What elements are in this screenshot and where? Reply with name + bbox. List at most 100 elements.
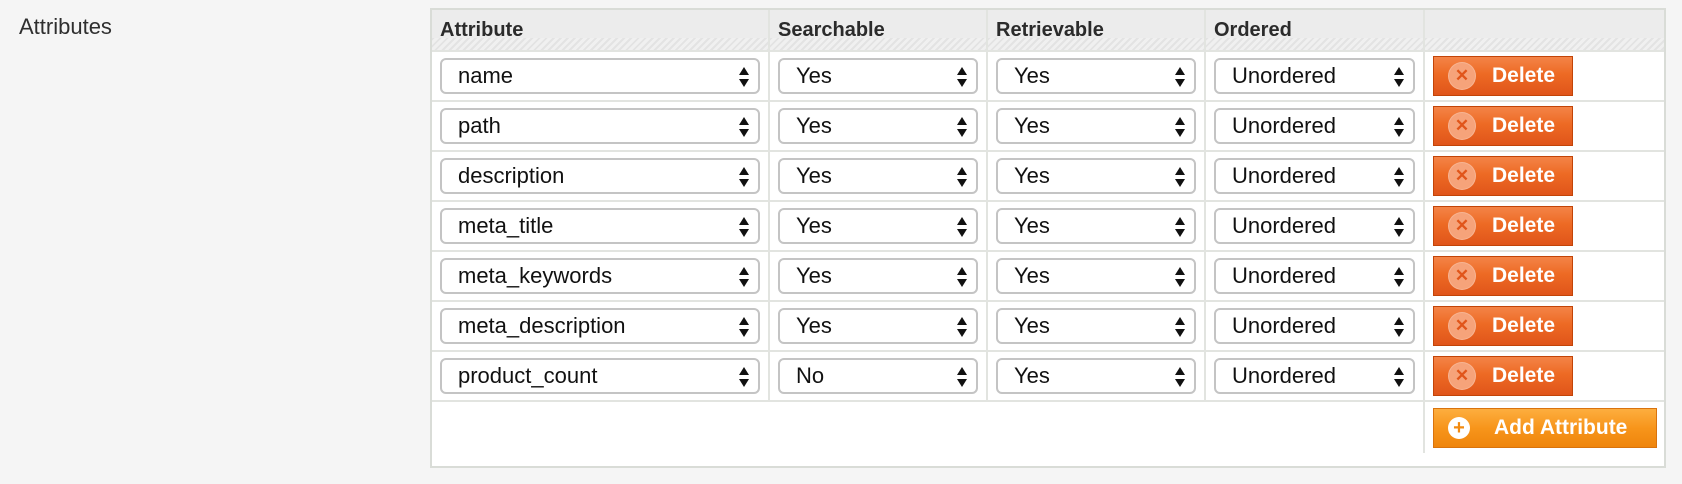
column-header-retrievable: Retrievable	[987, 10, 1206, 51]
delete-button[interactable]: ✕ Delete	[1433, 356, 1573, 396]
retrievable-select[interactable]: Yes	[996, 308, 1196, 344]
searchable-select-value: No	[796, 363, 825, 388]
searchable-cell: Yes	[769, 300, 988, 351]
select-arrows-icon	[1394, 217, 1404, 237]
retrievable-select[interactable]: Yes	[996, 258, 1196, 294]
select-arrows-icon	[1394, 317, 1404, 337]
ordered-select[interactable]: Unordered	[1214, 258, 1415, 294]
searchable-select[interactable]: Yes	[778, 108, 978, 144]
add-attribute-button[interactable]: + Add Attribute	[1433, 407, 1657, 448]
actions-cell: ✕ Delete	[1424, 100, 1664, 151]
retrievable-select[interactable]: Yes	[996, 58, 1196, 94]
delete-label: Delete	[1492, 114, 1556, 137]
delete-label: Delete	[1492, 164, 1556, 187]
delete-label: Delete	[1492, 264, 1556, 287]
table-body: name Yes Yes Unordered ✕ Delete path Yes Yes Unor…	[432, 50, 1664, 401]
close-circle-icon: ✕	[1448, 162, 1476, 190]
column-header-searchable: Searchable	[769, 10, 988, 51]
attribute-select[interactable]: path	[440, 108, 760, 144]
retrievable-select[interactable]: Yes	[996, 208, 1196, 244]
section-label: Attributes	[19, 14, 112, 39]
attribute-cell: name	[432, 50, 770, 101]
attribute-select-value: description	[458, 163, 565, 188]
searchable-select[interactable]: No	[778, 358, 978, 394]
actions-cell: ✕ Delete	[1424, 250, 1664, 301]
retrievable-select[interactable]: Yes	[996, 158, 1196, 194]
attribute-select-value: meta_title	[458, 213, 554, 238]
ordered-cell: Unordered	[1205, 350, 1425, 401]
delete-button[interactable]: ✕ Delete	[1433, 106, 1573, 146]
column-header-attribute: Attribute	[432, 10, 770, 51]
retrievable-cell: Yes	[987, 100, 1206, 151]
retrievable-cell: Yes	[987, 250, 1206, 301]
select-arrows-icon	[739, 317, 749, 337]
delete-label: Delete	[1492, 364, 1556, 387]
attribute-select-value: name	[458, 63, 514, 88]
searchable-cell: Yes	[769, 150, 988, 201]
select-arrows-icon	[1394, 67, 1404, 87]
searchable-select[interactable]: Yes	[778, 58, 978, 94]
attribute-select[interactable]: product_count	[440, 358, 760, 394]
close-circle-icon: ✕	[1448, 212, 1476, 240]
select-arrows-icon	[1175, 117, 1185, 137]
table-row: product_count No Yes Unordered ✕ Delete	[432, 350, 1664, 401]
ordered-select[interactable]: Unordered	[1214, 308, 1415, 344]
attribute-select-value: product_count	[458, 363, 598, 388]
searchable-select[interactable]: Yes	[778, 258, 978, 294]
delete-button[interactable]: ✕ Delete	[1433, 156, 1573, 196]
select-arrows-icon	[1394, 117, 1404, 137]
attribute-select[interactable]: name	[440, 58, 760, 94]
delete-button[interactable]: ✕ Delete	[1433, 306, 1573, 346]
searchable-cell: No	[769, 350, 988, 401]
table-row: meta_title Yes Yes Unordered ✕ Delete	[432, 200, 1664, 251]
retrievable-select[interactable]: Yes	[996, 108, 1196, 144]
close-circle-icon: ✕	[1448, 312, 1476, 340]
searchable-select[interactable]: Yes	[778, 308, 978, 344]
searchable-select[interactable]: Yes	[778, 158, 978, 194]
footer-spacer	[432, 400, 1425, 453]
searchable-select-value: Yes	[796, 163, 832, 188]
retrievable-cell: Yes	[987, 50, 1206, 101]
ordered-select-value: Unordered	[1232, 113, 1336, 138]
attribute-select-value: meta_description	[458, 313, 626, 338]
ordered-select[interactable]: Unordered	[1214, 58, 1415, 94]
select-arrows-icon	[1394, 267, 1404, 287]
retrievable-cell: Yes	[987, 150, 1206, 201]
attribute-cell: meta_title	[432, 200, 770, 251]
ordered-cell: Unordered	[1205, 250, 1425, 301]
retrievable-select[interactable]: Yes	[996, 358, 1196, 394]
attribute-select[interactable]: meta_keywords	[440, 258, 760, 294]
ordered-select-value: Unordered	[1232, 363, 1336, 388]
select-arrows-icon	[1175, 67, 1185, 87]
actions-cell: ✕ Delete	[1424, 200, 1664, 251]
attribute-cell: product_count	[432, 350, 770, 401]
attribute-select-value: meta_keywords	[458, 263, 613, 288]
delete-button[interactable]: ✕ Delete	[1433, 56, 1573, 96]
ordered-select[interactable]: Unordered	[1214, 208, 1415, 244]
attribute-select[interactable]: meta_description	[440, 308, 760, 344]
searchable-select[interactable]: Yes	[778, 208, 978, 244]
select-arrows-icon	[1175, 317, 1185, 337]
column-header-actions	[1424, 10, 1664, 51]
attribute-cell: meta_description	[432, 300, 770, 351]
searchable-cell: Yes	[769, 50, 988, 101]
table-footer-row: + Add Attribute	[432, 400, 1664, 453]
table-row: meta_description Yes Yes Unordered ✕ Delete	[432, 300, 1664, 351]
ordered-select[interactable]: Unordered	[1214, 358, 1415, 394]
close-circle-icon: ✕	[1448, 262, 1476, 290]
retrievable-select-value: Yes	[1014, 263, 1050, 288]
select-arrows-icon	[1175, 167, 1185, 187]
actions-cell: ✕ Delete	[1424, 50, 1664, 101]
searchable-select-value: Yes	[796, 313, 832, 338]
delete-button[interactable]: ✕ Delete	[1433, 256, 1573, 296]
ordered-select[interactable]: Unordered	[1214, 158, 1415, 194]
ordered-cell: Unordered	[1205, 200, 1425, 251]
retrievable-select-value: Yes	[1014, 113, 1050, 138]
select-arrows-icon	[1175, 367, 1185, 387]
select-arrows-icon	[957, 317, 967, 337]
ordered-select[interactable]: Unordered	[1214, 108, 1415, 144]
select-arrows-icon	[957, 167, 967, 187]
attribute-select[interactable]: meta_title	[440, 208, 760, 244]
attribute-select[interactable]: description	[440, 158, 760, 194]
delete-button[interactable]: ✕ Delete	[1433, 206, 1573, 246]
